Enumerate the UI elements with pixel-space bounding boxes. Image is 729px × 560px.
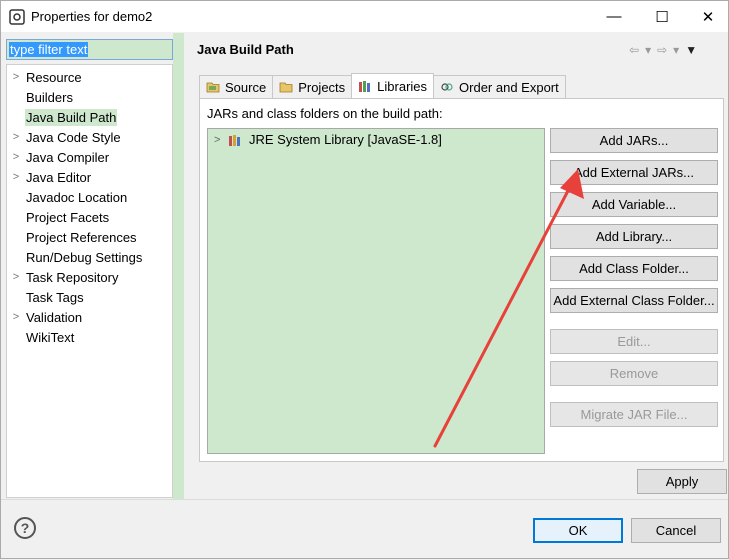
minimize-button[interactable]: —	[591, 1, 637, 32]
add-external-jars-button[interactable]: Add External JARs...	[550, 160, 718, 185]
projects-folder-icon	[279, 82, 293, 93]
tree-item-label: Task Repository	[26, 269, 119, 285]
chevron-right-icon[interactable]: >	[7, 131, 25, 143]
footer-divider	[1, 499, 728, 500]
forward-dropdown-icon[interactable]: ▾	[673, 43, 679, 57]
chevron-right-icon[interactable]: >	[214, 134, 228, 146]
tree-item-java-build-path[interactable]: Java Build Path	[7, 107, 172, 127]
add-jars-button[interactable]: Add JARs...	[550, 128, 718, 153]
chevron-right-icon[interactable]: >	[7, 311, 25, 323]
tree-item-label: Task Tags	[26, 289, 84, 305]
remove-button[interactable]: Remove	[550, 361, 718, 386]
left-pane: type filter text > Resource Builders Jav…	[1, 33, 184, 499]
tree-item-java-code-style[interactable]: > Java Code Style	[7, 127, 172, 147]
tree-item-resource[interactable]: > Resource	[7, 67, 172, 87]
help-icon[interactable]: ?	[14, 517, 36, 539]
close-button[interactable]: ✕	[685, 1, 729, 32]
tree-item-label: Validation	[26, 309, 83, 325]
order-export-icon	[441, 83, 453, 91]
property-tree: > Resource Builders Java Build Path > Ja…	[6, 64, 173, 498]
tree-item-wikitext[interactable]: WikiText	[7, 327, 172, 347]
tree-item-task-repository[interactable]: > Task Repository	[7, 267, 172, 287]
library-label: JRE System Library [JavaSE-1.8]	[249, 132, 442, 147]
tree-item-label: WikiText	[26, 329, 75, 345]
view-menu-icon[interactable]: ▼	[685, 43, 697, 57]
tree-item-validation[interactable]: > Validation	[7, 307, 172, 327]
cancel-button[interactable]: Cancel	[631, 518, 721, 543]
title-bar: Properties for demo2 — ☐ ✕	[1, 1, 728, 32]
apply-button[interactable]: Apply	[637, 469, 727, 494]
edit-button[interactable]: Edit...	[550, 329, 718, 354]
add-library-button[interactable]: Add Library...	[550, 224, 718, 249]
window-title: Properties for demo2	[31, 9, 153, 24]
tab-order-and-export[interactable]: Order and Export	[433, 75, 566, 98]
tree-item-java-editor[interactable]: > Java Editor	[7, 167, 172, 187]
tree-item-project-facets[interactable]: Project Facets	[7, 207, 172, 227]
tree-item-builders[interactable]: Builders	[7, 87, 172, 107]
tree-item-label: Java Editor	[26, 169, 92, 185]
source-folder-icon	[206, 82, 220, 93]
tab-label: Libraries	[377, 78, 428, 94]
tab-projects[interactable]: Projects	[272, 75, 353, 98]
tab-label: Source	[225, 79, 267, 95]
migrate-jar-button[interactable]: Migrate JAR File...	[550, 402, 718, 427]
filter-input[interactable]: type filter text	[6, 39, 173, 60]
build-path-caption: JARs and class folders on the build path…	[207, 106, 443, 121]
tab-libraries[interactable]: Libraries	[351, 73, 435, 98]
tab-label: Order and Export	[459, 79, 559, 95]
add-class-folder-button[interactable]: Add Class Folder...	[550, 256, 718, 281]
add-variable-button[interactable]: Add Variable...	[550, 192, 718, 217]
tab-source[interactable]: Source	[199, 75, 274, 98]
tree-item-label: Java Build Path	[25, 108, 118, 126]
back-arrow-icon[interactable]: ⇦	[629, 43, 639, 57]
tree-item-label: Run/Debug Settings	[26, 249, 143, 265]
tree-item-label: Java Compiler	[26, 149, 110, 165]
tab-bar: Source Projects Libraries Order and Expo…	[199, 73, 566, 99]
tree-item-javadoc-location[interactable]: Javadoc Location	[7, 187, 172, 207]
tree-item-run-debug-settings[interactable]: Run/Debug Settings	[7, 247, 172, 267]
chevron-right-icon[interactable]: >	[7, 271, 25, 283]
jre-library-icon	[229, 134, 240, 146]
back-dropdown-icon[interactable]: ▾	[645, 43, 651, 57]
library-list[interactable]: > JRE System Library [JavaSE-1.8]	[207, 128, 545, 454]
tab-label: Projects	[298, 79, 346, 95]
sash-splitter[interactable]	[173, 33, 184, 499]
chevron-right-icon[interactable]: >	[7, 71, 25, 83]
chevron-right-icon[interactable]: >	[7, 171, 25, 183]
filter-input-text: type filter text	[9, 42, 89, 57]
maximize-button[interactable]: ☐	[639, 1, 685, 32]
list-item[interactable]: > JRE System Library [JavaSE-1.8]	[214, 132, 442, 147]
tree-item-project-references[interactable]: Project References	[7, 227, 172, 247]
history-navigation: ⇦ ▾ ⇨ ▾ ▼	[629, 41, 724, 59]
tree-item-label: Project References	[26, 229, 137, 245]
properties-dialog: Properties for demo2 — ☐ ✕ type filter t…	[0, 0, 729, 559]
tree-item-label: Javadoc Location	[26, 189, 128, 205]
page-title: Java Build Path	[197, 42, 294, 57]
properties-icon	[9, 8, 25, 25]
tree-item-label: Project Facets	[26, 209, 110, 225]
add-external-class-folder-button[interactable]: Add External Class Folder...	[550, 288, 718, 313]
chevron-right-icon[interactable]: >	[7, 151, 25, 163]
ok-button[interactable]: OK	[533, 518, 623, 543]
tree-item-task-tags[interactable]: Task Tags	[7, 287, 172, 307]
forward-arrow-icon[interactable]: ⇨	[657, 43, 667, 57]
tree-item-label: Resource	[26, 69, 82, 85]
tree-item-label: Java Code Style	[26, 129, 121, 145]
tree-item-java-compiler[interactable]: > Java Compiler	[7, 147, 172, 167]
tree-item-label: Builders	[26, 89, 73, 105]
libraries-icon	[359, 81, 371, 92]
